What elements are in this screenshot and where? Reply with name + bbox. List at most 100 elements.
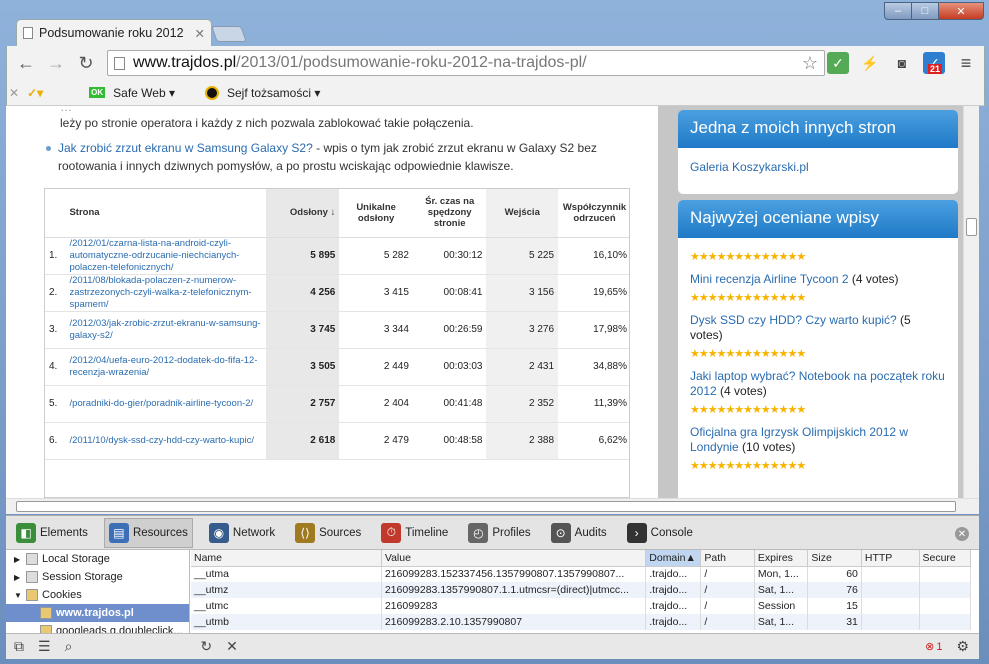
cookie-row[interactable]: __utmb 216099283.2.10.1357990807 .trajdo..… — [191, 614, 971, 630]
column-header[interactable]: Strona — [65, 189, 266, 238]
rated-post-link[interactable]: Dysk SSD czy HDD? Czy warto kupić? — [690, 313, 897, 327]
widget-top-rated: Najwyżej oceniane wpisy ★★★★★★★★★★★★★ Min… — [678, 200, 958, 498]
extension-check-icon[interactable]: ✓ — [827, 52, 849, 74]
url-host: www.trajdos.pl — [133, 54, 237, 71]
rating-stars-icon[interactable]: ★★★★★★★★★★★★★ — [690, 250, 946, 266]
devtools-tabs: ◧ Elements ▤ Resources ◉ Network ⟨⟩ Sources ⏱ Tim… — [6, 515, 979, 549]
forward-button[interactable]: → — [43, 50, 69, 76]
tab-network[interactable]: ◉ Network — [205, 518, 279, 548]
tree-item[interactable]: ▶ Session Storage — [6, 568, 189, 586]
tree-item[interactable]: www.trajdos.pl — [6, 604, 189, 622]
cookie-row[interactable]: __utmc 216099283 .trajdo... / Session 15 — [191, 598, 971, 614]
close-icon[interactable]: ✕ — [9, 86, 19, 100]
console-toggle-icon[interactable]: ☰ — [38, 638, 51, 655]
column-header[interactable]: Expires — [754, 550, 809, 567]
close-window-button[interactable]: ✕ — [938, 2, 984, 20]
toolbar: ← → ↻ www.trajdos.pl/2013/01/podsumowani… — [6, 46, 985, 80]
page-url-link[interactable]: /2012/01/czarna-lista-na-android-czyli-a… — [65, 237, 266, 275]
resource-tree: ▶ Local Storage ▶ Session Storage ▼ Cookies ww… — [6, 550, 190, 637]
table-cell: 00:30:12 — [412, 237, 487, 275]
page-url-link[interactable]: /2011/10/dysk-ssd-czy-hdd-czy-warto-kupi… — [65, 422, 266, 460]
tab-profiles[interactable]: ◴ Profiles — [464, 518, 534, 548]
minimize-button[interactable]: – — [884, 2, 912, 20]
column-header[interactable]: Name — [191, 550, 382, 567]
table-cell: 3 505 — [265, 348, 340, 386]
dock-icon[interactable]: ⧉ — [14, 638, 24, 655]
identity-safe-button[interactable]: Sejf tożsamości ▾ — [227, 86, 320, 100]
norton-check-icon[interactable]: ✓▾ — [27, 86, 43, 100]
tree-item[interactable]: ▶ Local Storage — [6, 550, 189, 568]
address-bar[interactable]: www.trajdos.pl/2013/01/podsumowanie-roku… — [107, 50, 825, 76]
page-icon — [23, 27, 33, 39]
table-cell: 2 618 — [265, 422, 340, 460]
tree-item[interactable]: ▼ Cookies — [6, 586, 189, 604]
reload-button[interactable]: ↻ — [73, 50, 99, 76]
new-tab-button[interactable] — [211, 26, 247, 42]
table-cell: 15 — [807, 598, 862, 614]
table-cell: 2 388 — [486, 422, 559, 460]
page-url-link[interactable]: /2012/04/uefa-euro-2012-dodatek-do-fifa-… — [65, 348, 266, 386]
cookie-row[interactable]: __utma 216099283.152337456.1357990807.135… — [191, 566, 971, 582]
tab-console[interactable]: › Console — [623, 518, 697, 548]
scrollbar-thumb[interactable] — [966, 218, 977, 236]
column-header[interactable]: Size — [807, 550, 862, 567]
table-cell: 3 156 — [486, 274, 559, 312]
safe-web-button[interactable]: Safe Web ▾ — [113, 86, 175, 100]
scrollbar-thumb[interactable] — [16, 501, 956, 512]
horizontal-scrollbar[interactable] — [6, 498, 979, 514]
menu-icon[interactable]: ≡ — [955, 52, 977, 74]
paragraph: leży po stronie operatora i każdy z nich… — [60, 116, 474, 130]
rated-post-link[interactable]: Mini recenzja Airline Tycoon 2 — [690, 272, 849, 286]
page-url-link[interactable]: /2011/08/blokada-polaczen-z-numerow-zast… — [65, 274, 266, 312]
column-header[interactable]: Domain▲ — [645, 550, 702, 567]
rating-stars-icon[interactable]: ★★★★★★★★★★★★★ — [690, 403, 946, 419]
tab-resources[interactable]: ▤ Resources — [103, 517, 193, 548]
storage-icon — [26, 571, 38, 583]
close-tab-icon[interactable]: ✕ — [195, 26, 205, 41]
column-header[interactable]: Śr. czas na spędzony stronie — [412, 189, 487, 238]
vertical-scrollbar[interactable] — [963, 106, 979, 498]
tab-elements[interactable]: ◧ Elements — [12, 518, 92, 548]
cookie-icon — [26, 589, 38, 601]
refresh-icon[interactable]: ↻ — [200, 638, 212, 655]
column-header[interactable]: Path — [700, 550, 755, 567]
page-url-link[interactable]: /poradniki-do-gier/poradnik-airline-tyco… — [65, 385, 266, 423]
column-header[interactable]: Odsłony ↓ — [265, 189, 340, 238]
settings-gear-icon[interactable]: ⚙ — [956, 638, 969, 655]
article-link[interactable]: Jak zrobić zrzut ekranu w Samsung Galaxy… — [58, 141, 313, 155]
pocket-icon[interactable]: ◙ — [891, 52, 913, 74]
rating-stars-icon[interactable]: ★★★★★★★★★★★★★ — [690, 459, 946, 475]
maximize-button[interactable]: □ — [911, 2, 939, 20]
column-header[interactable]: Współczynnik odrzuceń — [558, 189, 629, 238]
table-cell: 6,62% — [558, 422, 629, 460]
error-count[interactable]: ⊗ 1 — [925, 640, 942, 654]
search-icon[interactable]: ⌕ — [65, 638, 73, 655]
column-header[interactable]: Wejścia — [486, 189, 559, 238]
tab-sources[interactable]: ⟨⟩ Sources — [291, 518, 365, 548]
table-cell — [861, 566, 920, 582]
close-devtools-icon[interactable]: ✕ — [955, 527, 969, 541]
column-header[interactable]: Value — [381, 550, 647, 567]
extension-bolt-icon[interactable]: ⚡ — [859, 52, 881, 74]
table-cell: 5 282 — [339, 237, 413, 275]
bookmark-star-icon[interactable]: ☆ — [802, 53, 818, 74]
tab-audits[interactable]: ⊙ Audits — [547, 518, 611, 548]
rating-stars-icon[interactable]: ★★★★★★★★★★★★★ — [690, 347, 946, 363]
column-header[interactable]: Unikalne odsłony — [339, 189, 413, 238]
page-url-link[interactable]: /2012/03/jak-zrobic-zrzut-ekranu-w-samsu… — [65, 311, 266, 349]
table-cell: .trajdo... — [645, 614, 702, 630]
paragraph-text: - wpis o tym jak zrobić zrzut ekranu w G… — [312, 141, 597, 155]
column-header[interactable]: Secure — [919, 550, 971, 567]
table-cell: / — [700, 614, 755, 630]
rating-stars-icon[interactable]: ★★★★★★★★★★★★★ — [690, 291, 946, 307]
table-cell: 4. — [45, 348, 66, 386]
column-header[interactable]: HTTP — [861, 550, 920, 567]
cookie-row[interactable]: __utmz 216099283.1357990807.1.1.utmcsr=(d… — [191, 582, 971, 598]
back-button[interactable]: ← — [13, 50, 39, 76]
browser-tab[interactable]: Podsumowanie roku 2012 ✕ — [16, 19, 212, 46]
tab-timeline[interactable]: ⏱ Timeline — [377, 518, 452, 548]
clear-icon[interactable]: ✕ — [226, 638, 238, 655]
tab-label: Timeline — [405, 526, 449, 539]
widget-link[interactable]: Galeria Koszykarski.pl — [690, 160, 809, 174]
rated-post-link[interactable]: Oficjalna gra Igrzysk Olimpijskich 2012 … — [690, 425, 908, 454]
